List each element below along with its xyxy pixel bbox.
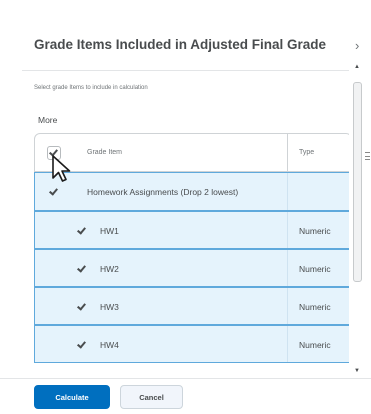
mouse-cursor-icon	[52, 155, 71, 182]
grade-item-name: HW4	[100, 340, 119, 350]
header-grade-item: Grade Item	[87, 149, 123, 156]
column-divider	[287, 326, 288, 362]
scrollbar-thumb[interactable]	[353, 82, 362, 282]
grade-item-name: HW3	[100, 302, 119, 312]
calculate-button[interactable]: Calculate	[34, 385, 110, 409]
column-divider	[287, 134, 288, 171]
column-divider	[287, 212, 288, 248]
grade-item-type: Numeric	[299, 226, 331, 236]
checkmark-icon	[77, 339, 86, 349]
checkmark-icon	[77, 263, 86, 273]
close-icon[interactable]: ›	[355, 38, 359, 53]
grade-item-name: HW2	[100, 264, 119, 274]
row-checkbox[interactable]	[75, 338, 89, 352]
grade-item-type: Numeric	[299, 340, 331, 350]
dialog-content: Select grade Items to include in calcula…	[22, 70, 349, 376]
instructions-text: Select grade Items to include in calcula…	[34, 85, 148, 91]
grade-item-type: Numeric	[299, 264, 331, 274]
grade-items-table: Grade Item Type Homework Assignments (Dr…	[34, 133, 349, 363]
column-divider	[287, 173, 288, 210]
row-checkbox[interactable]	[75, 262, 89, 276]
more-button[interactable]: More	[38, 115, 57, 125]
column-divider	[287, 288, 288, 324]
grade-item-type: Numeric	[299, 302, 331, 312]
table-row[interactable]: HW4 Numeric	[34, 325, 349, 363]
table-row[interactable]: HW1 Numeric	[34, 211, 349, 249]
table-row[interactable]: HW3 Numeric	[34, 287, 349, 325]
checkmark-icon	[77, 301, 86, 311]
dialog-footer: Calculate Cancel	[0, 378, 371, 414]
row-checkbox[interactable]	[75, 224, 89, 238]
category-checkbox[interactable]	[47, 185, 61, 199]
table-row[interactable]: HW2 Numeric	[34, 249, 349, 287]
table-row-category[interactable]: Homework Assignments (Drop 2 lowest)	[34, 172, 349, 211]
grade-item-name: HW1	[100, 226, 119, 236]
adjusted-final-grade-dialog: Grade Items Included in Adjusted Final G…	[0, 0, 371, 414]
scroll-down-arrow-icon[interactable]: ▼	[354, 368, 360, 374]
checkmark-icon	[77, 225, 86, 235]
column-divider	[287, 250, 288, 286]
resize-grip-icon[interactable]	[365, 152, 370, 160]
dialog-title: Grade Items Included in Adjusted Final G…	[34, 37, 327, 52]
scroll-up-arrow-icon[interactable]: ▲	[354, 64, 360, 70]
cancel-button[interactable]: Cancel	[120, 385, 183, 409]
header-type: Type	[299, 149, 315, 156]
category-name: Homework Assignments (Drop 2 lowest)	[87, 187, 239, 197]
table-header-row: Grade Item Type	[34, 133, 349, 172]
checkmark-icon	[49, 186, 58, 196]
row-checkbox[interactable]	[75, 300, 89, 314]
scrollbar[interactable]: ▲ ▼	[351, 60, 364, 378]
